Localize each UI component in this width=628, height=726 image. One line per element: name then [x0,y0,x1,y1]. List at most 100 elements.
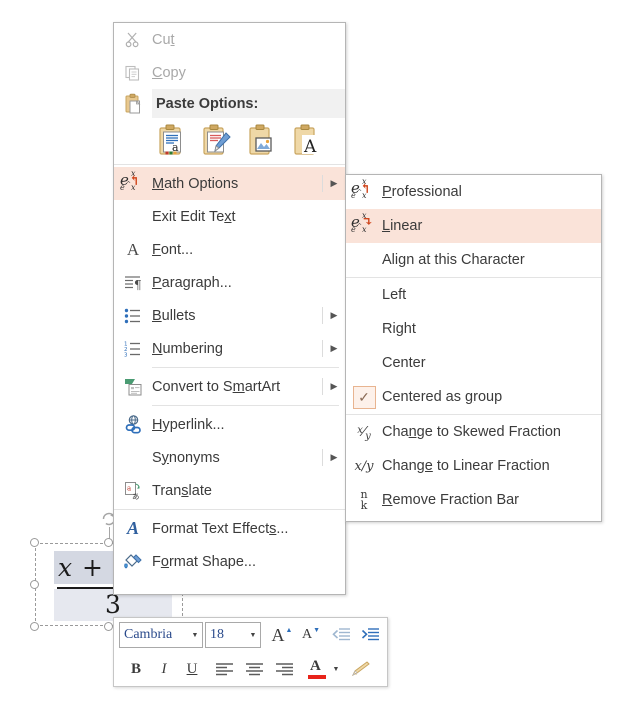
menu-item-math-options[interactable]: ex e ^ x ↰ Math Options ▶ [114,167,345,200]
font-size-value: 18 [210,627,224,642]
underline-button[interactable]: U [178,656,206,682]
paste-keep-text-only-icon[interactable]: A [291,123,322,157]
menu-item-numbering[interactable]: 1 2 3 Numbering ▶ [114,332,345,365]
menu-item-cut[interactable]: Cut [114,23,345,56]
svg-text:あ: あ [132,492,140,500]
submenu-divider [322,378,323,395]
menu-item-format-shape[interactable]: Format Shape... [114,545,345,578]
submenu-item-align-at-this-character[interactable]: Align at this Character [346,243,601,277]
chevron-right-icon: ▶ [330,381,338,391]
bold-button[interactable]: B [122,656,150,682]
font-color-dropdown[interactable]: ▼ [329,656,343,682]
chevron-down-icon: ▼ [332,665,340,673]
submenu-item-centered-as-group[interactable]: ✓ Centered as group [346,380,601,414]
submenu-item-change-to-linear-fraction[interactable]: x/y Change to Linear Fraction [346,449,601,483]
chevron-right-icon: ▶ [330,178,338,188]
increase-indent-icon [361,628,379,641]
mini-toolbar-row-1: Cambria ▼ 18 ▼ A ▲ A ▼ [114,618,387,652]
submenu-item-right-label: Right [382,321,416,337]
align-right-icon [276,662,293,675]
font-color-button[interactable]: A [305,656,329,682]
math-professional-icon: ex e ^ x ↰ [351,177,371,200]
chevron-down-icon[interactable]: ▼ [188,632,202,639]
menu-item-exit-edit-text-label: Exit Edit Text [152,208,236,225]
menu-separator [114,509,345,510]
submenu-item-right[interactable]: Right [346,312,601,346]
grow-font-button[interactable]: A ▲ [269,622,294,648]
paste-keep-source-formatting-icon[interactable] [201,123,232,157]
clipboard-icon [114,93,152,114]
menu-item-paragraph-label: Paragraph... [152,274,232,291]
resize-handle-top-left[interactable] [30,538,39,547]
menu-item-math-options-label: Math Options [152,175,239,192]
resize-handle-bottom-center[interactable] [104,622,113,631]
decrease-indent-icon [332,628,350,641]
submenu-item-change-to-linear-fraction-label: Change to Linear Fraction [382,458,550,474]
paste-use-destination-theme-icon[interactable]: a [156,123,187,157]
caret-up-icon: ▲ [285,626,293,634]
math-options-submenu[interactable]: ex e ^ x ↰ Professional ex e ^ x ↴ Linear Al… [345,174,602,522]
submenu-item-centered-as-group-label: Centered as group [382,389,503,405]
shrink-font-label: A [301,627,313,642]
context-menu[interactable]: Cut Copy Paste Options: a A e x e ^ x ↰ … [113,22,346,595]
font-size-combo[interactable]: 18 ▼ [205,622,261,648]
menu-item-synonyms[interactable]: Synonyms ▶ [114,441,345,474]
grow-font-label: A [271,624,285,645]
submenu-item-center[interactable]: Center [346,346,601,380]
scissors-icon [114,31,152,49]
resize-handle-bottom-left[interactable] [30,622,39,631]
align-center-button[interactable] [240,656,270,682]
menu-item-copy[interactable]: Copy [114,56,345,89]
resize-handle-middle-left[interactable] [30,579,39,589]
decrease-indent-button[interactable] [329,622,354,648]
mini-toolbar-row-2: B I U A ▼ [114,652,387,686]
submenu-item-left-label: Left [382,287,407,303]
chevron-right-icon: ▶ [330,310,338,320]
font-color-icon: A [308,658,326,680]
font-icon: A [126,239,140,259]
submenu-item-remove-fraction-bar-label: Remove Fraction Bar [382,492,520,508]
submenu-item-remove-fraction-bar[interactable]: nk Remove Fraction Bar [346,483,601,517]
svg-text:A: A [303,137,317,157]
svg-text:3: 3 [124,352,128,357]
shrink-font-button[interactable]: A ▼ [298,622,323,648]
menu-item-bullets[interactable]: Bullets ▶ [114,299,345,332]
text-effects-icon: A [126,518,139,538]
paste-picture-icon[interactable] [246,123,277,157]
copy-icon [114,64,152,82]
numbering-icon: 1 2 3 [114,341,152,357]
menu-separator [152,405,339,406]
menu-item-font[interactable]: A Font... [114,233,345,266]
italic-button[interactable]: I [150,656,178,682]
italic-label: I [161,660,167,677]
submenu-item-change-to-skewed-fraction[interactable]: x⁄y Change to Skewed Fraction [346,415,601,449]
menu-item-exit-edit-text[interactable]: Exit Edit Text [114,200,345,233]
menu-item-convert-to-smartart[interactable]: Convert to SmartArt ▶ [114,370,345,403]
menu-item-format-text-effects[interactable]: A Format Text Effects... [114,512,345,545]
menu-item-numbering-label: Numbering [152,340,223,357]
format-painter-button[interactable] [345,656,373,682]
underline-label: U [186,660,198,677]
mini-formatting-toolbar[interactable]: Cambria ▼ 18 ▼ A ▲ A ▼ B I U A ▼ [113,617,388,687]
menu-separator [152,367,339,368]
font-name-combo[interactable]: Cambria ▼ [119,622,203,648]
menu-item-hyperlink[interactable]: Hyperlink... [114,408,345,441]
chevron-down-icon[interactable]: ▼ [246,632,260,639]
submenu-item-left[interactable]: Left [346,278,601,312]
linear-fraction-icon: x/y [354,458,374,474]
menu-item-paragraph[interactable]: ¶ Paragraph... [114,266,345,299]
bold-label: B [130,660,141,677]
submenu-item-linear[interactable]: ex e ^ x ↴ Linear [346,209,601,243]
align-right-button[interactable] [270,656,300,682]
resize-handle-top-center[interactable] [104,538,113,547]
bullets-icon [114,308,152,324]
format-painter-icon [351,661,370,677]
align-left-button[interactable] [210,656,240,682]
hyperlink-icon [114,415,152,434]
increase-indent-button[interactable] [358,622,383,648]
submenu-item-professional[interactable]: ex e ^ x ↰ Professional [346,175,601,209]
menu-item-copy-label: Copy [152,64,186,81]
paste-options-icon-row[interactable]: a A [114,118,345,162]
menu-item-translate[interactable]: a あ Translate [114,474,345,507]
chevron-right-icon: ▶ [330,452,338,462]
